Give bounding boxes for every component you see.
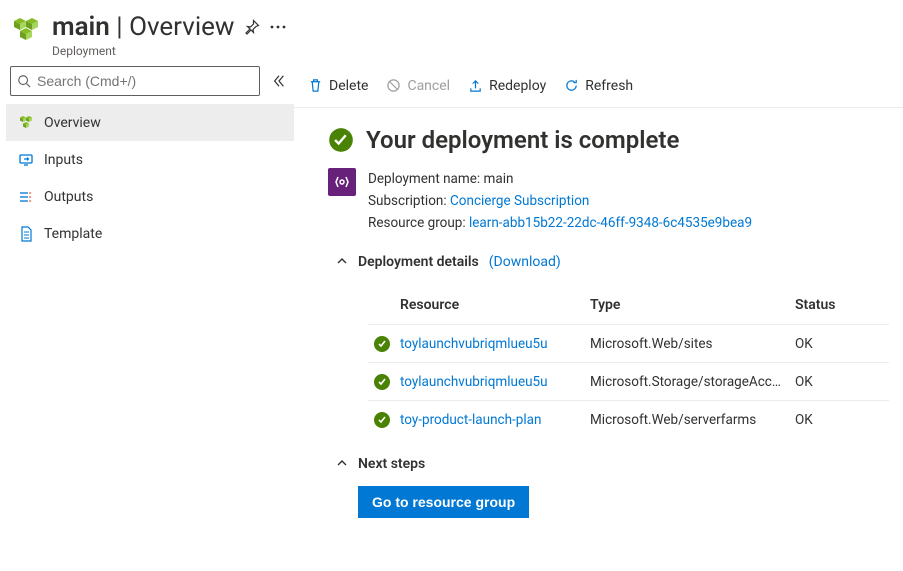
sidebar-item-outputs[interactable]: Outputs	[6, 178, 294, 215]
download-link[interactable]: (Download)	[489, 254, 561, 270]
title-section: Overview	[129, 12, 234, 42]
col-status: Status	[795, 297, 865, 313]
resource-group-link[interactable]: learn-abb15b22-22dc-46ff-9348-6c4535e9be…	[469, 215, 752, 231]
status-ok-icon	[374, 336, 390, 352]
delete-button[interactable]: Delete	[308, 78, 368, 94]
page-header: main | Overview Deployment	[0, 0, 903, 64]
resource-status: OK	[795, 374, 865, 390]
dep-name-label: Deployment name:	[368, 171, 480, 187]
sidebar-nav: Overview Inputs Outputs Template	[6, 104, 294, 252]
pin-icon[interactable]	[244, 19, 260, 35]
col-resource: Resource	[400, 297, 590, 313]
redeploy-label: Redeploy	[489, 78, 546, 94]
sidebar-item-label: Template	[44, 226, 102, 242]
sidebar-item-label: Overview	[44, 115, 101, 131]
delete-label: Delete	[329, 78, 368, 94]
refresh-button[interactable]: Refresh	[564, 78, 633, 94]
status-ok-icon	[374, 374, 390, 390]
sidebar-item-label: Inputs	[44, 152, 83, 168]
sidebar-item-template[interactable]: Template	[6, 215, 294, 252]
trash-icon	[308, 78, 323, 93]
status-ok-icon	[374, 412, 390, 428]
resources-table: Resource Type Status toylaunchvubriqmlue…	[368, 286, 889, 438]
chevron-down-icon	[336, 256, 348, 268]
search-icon	[17, 74, 31, 88]
sidebar-item-inputs[interactable]: Inputs	[6, 141, 294, 178]
deployment-icon	[8, 12, 44, 48]
main-panel: Delete Cancel Redeploy Refresh	[294, 64, 903, 571]
resource-status: OK	[795, 412, 865, 428]
table-row: toylaunchvubriqmlueu5u Microsoft.Web/sit…	[368, 324, 889, 362]
deployment-details-title: Deployment details	[358, 254, 479, 270]
status-title: Your deployment is complete	[366, 126, 679, 154]
title-main: main	[52, 12, 110, 42]
next-steps-toggle[interactable]: Next steps	[336, 456, 889, 472]
refresh-label: Refresh	[585, 78, 633, 94]
dep-name-value: main	[484, 171, 514, 187]
resource-type: Microsoft.Web/serverfarms	[590, 412, 795, 428]
more-icon[interactable]	[270, 25, 286, 29]
rg-label: Resource group:	[368, 215, 466, 231]
page-subtitle: Deployment	[52, 44, 286, 58]
resource-status: OK	[795, 336, 865, 352]
redeploy-button[interactable]: Redeploy	[468, 78, 546, 94]
refresh-icon	[564, 78, 579, 93]
go-to-resource-group-button[interactable]: Go to resource group	[358, 486, 529, 518]
table-row: toy-product-launch-plan Microsoft.Web/se…	[368, 400, 889, 438]
collapse-sidebar-icon[interactable]	[268, 70, 290, 92]
upload-icon	[468, 78, 483, 93]
cubes-icon	[18, 115, 34, 131]
table-row: toylaunchvubriqmlueu5u Microsoft.Storage…	[368, 362, 889, 400]
cancel-label: Cancel	[407, 78, 450, 94]
chevron-down-icon	[336, 458, 348, 470]
subscription-link[interactable]: Concierge Subscription	[450, 193, 589, 209]
sidebar-item-overview[interactable]: Overview	[6, 104, 294, 141]
resource-link[interactable]: toy-product-launch-plan	[400, 412, 590, 428]
arm-template-icon	[328, 168, 356, 196]
toolbar: Delete Cancel Redeploy Refresh	[294, 64, 903, 108]
outputs-icon	[18, 189, 34, 205]
inputs-icon	[18, 152, 34, 168]
sidebar: Overview Inputs Outputs Template	[0, 64, 294, 571]
resource-link[interactable]: toylaunchvubriqmlueu5u	[400, 336, 590, 352]
page-title: main | Overview	[52, 12, 234, 42]
template-icon	[18, 226, 34, 242]
col-type: Type	[590, 297, 795, 313]
cancel-icon	[386, 78, 401, 93]
next-steps-title: Next steps	[358, 456, 425, 472]
search-input[interactable]	[37, 73, 253, 89]
search-input-wrap[interactable]	[10, 66, 260, 96]
resource-type: Microsoft.Web/sites	[590, 336, 795, 352]
cancel-button: Cancel	[386, 78, 450, 94]
table-header: Resource Type Status	[368, 286, 889, 324]
resource-type: Microsoft.Storage/storageAcc…	[590, 374, 795, 390]
sidebar-item-label: Outputs	[44, 189, 93, 205]
deployment-info: Deployment name: main Subscription: Conc…	[368, 168, 752, 234]
sub-label: Subscription:	[368, 193, 447, 209]
resource-link[interactable]: toylaunchvubriqmlueu5u	[400, 374, 590, 390]
success-check-icon	[328, 127, 354, 153]
deployment-details-toggle[interactable]: Deployment details (Download)	[336, 254, 889, 270]
title-sep: |	[110, 12, 129, 42]
